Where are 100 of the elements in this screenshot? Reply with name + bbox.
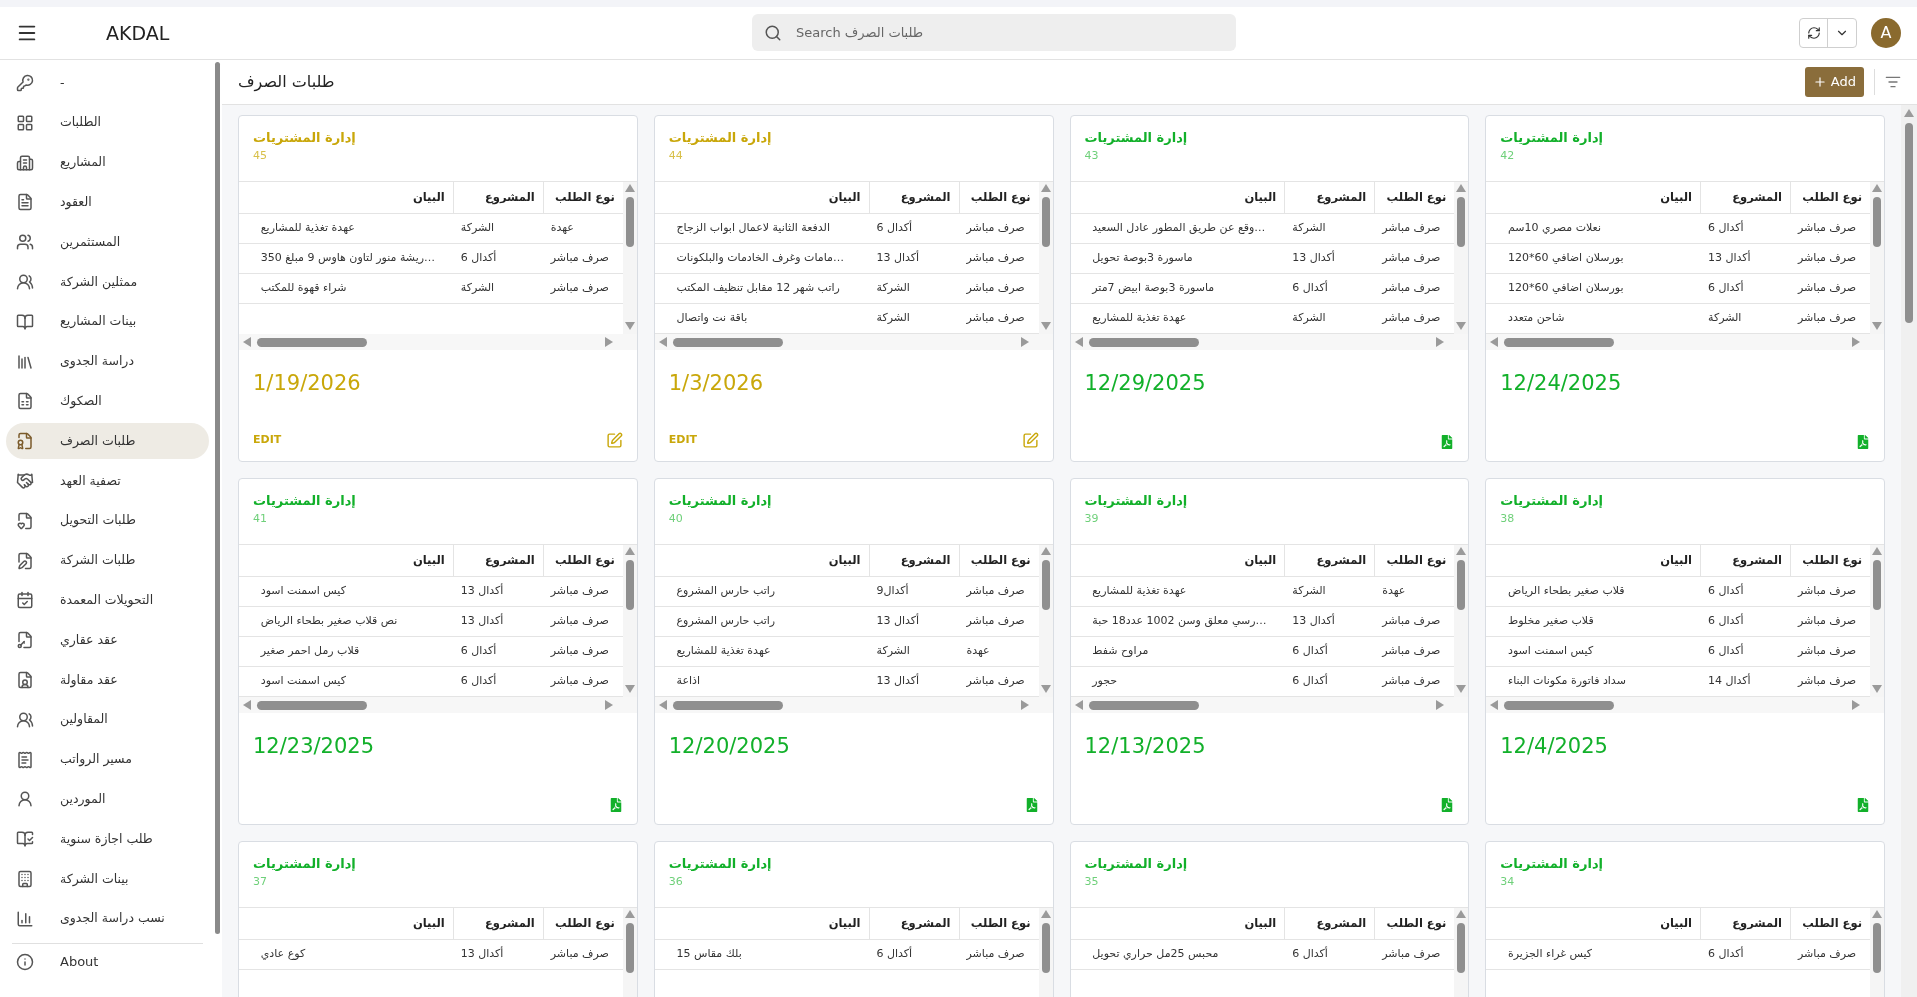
scroll-down-arrow-icon[interactable] bbox=[1456, 322, 1467, 332]
pdf-icon[interactable] bbox=[1440, 435, 1455, 449]
scrollbar-thumb[interactable] bbox=[1088, 700, 1199, 710]
scroll-down-arrow-icon[interactable] bbox=[1040, 685, 1051, 695]
sidebar-item[interactable]: عقد مقاولة bbox=[6, 661, 209, 698]
sidebar-item[interactable]: الصكوك bbox=[6, 383, 209, 420]
vertical-scrollbar[interactable] bbox=[1870, 545, 1884, 697]
horizontal-scrollbar[interactable] bbox=[654, 334, 1053, 350]
scrollbar-thumb[interactable] bbox=[1504, 337, 1615, 347]
scroll-left-arrow-icon[interactable] bbox=[658, 337, 669, 347]
scroll-down-arrow-icon[interactable] bbox=[1456, 685, 1467, 695]
scrollbar-thumb[interactable] bbox=[257, 700, 367, 710]
scrollbar-thumb[interactable] bbox=[257, 337, 367, 347]
sidebar-item[interactable]: مسير الرواتب bbox=[6, 741, 209, 778]
sidebar-item[interactable]: عقد عقاري bbox=[6, 622, 209, 659]
scrollbar-thumb[interactable] bbox=[1041, 560, 1050, 610]
vertical-scrollbar[interactable] bbox=[1038, 182, 1053, 334]
scroll-up-arrow-icon[interactable] bbox=[1040, 184, 1051, 194]
vertical-scrollbar[interactable] bbox=[1454, 182, 1469, 334]
sidebar-item[interactable]: طلبات الشركة bbox=[6, 542, 209, 579]
scroll-left-arrow-icon[interactable] bbox=[1490, 700, 1501, 710]
horizontal-scrollbar[interactable] bbox=[654, 697, 1053, 713]
scrollbar-thumb[interactable] bbox=[1504, 700, 1615, 710]
scrollbar-thumb[interactable] bbox=[672, 700, 783, 710]
scrollbar-thumb[interactable] bbox=[1873, 923, 1881, 973]
page-scrollbar[interactable] bbox=[1901, 105, 1917, 997]
pdf-icon[interactable] bbox=[608, 798, 623, 812]
scroll-up-arrow-icon[interactable] bbox=[1040, 910, 1051, 920]
scrollbar-thumb[interactable] bbox=[672, 337, 783, 347]
horizontal-scrollbar[interactable] bbox=[1486, 334, 1884, 350]
sidebar-item[interactable]: طلبات الصرف bbox=[6, 423, 209, 460]
sidebar-item[interactable]: - bbox=[6, 65, 209, 101]
sidebar-item[interactable]: بينات المشاريع bbox=[6, 303, 209, 340]
scroll-down-arrow-icon[interactable] bbox=[1872, 322, 1882, 332]
scroll-left-arrow-icon[interactable] bbox=[243, 337, 253, 347]
horizontal-scrollbar[interactable] bbox=[1070, 334, 1469, 350]
scroll-right-arrow-icon[interactable] bbox=[1852, 700, 1862, 710]
scroll-down-arrow-icon[interactable] bbox=[1872, 685, 1882, 695]
scroll-right-arrow-icon[interactable] bbox=[1020, 700, 1031, 710]
edit-icon[interactable] bbox=[1021, 432, 1039, 449]
scroll-up-arrow-icon[interactable] bbox=[1872, 547, 1882, 557]
vertical-scrollbar[interactable] bbox=[1870, 182, 1884, 334]
scrollbar-thumb[interactable] bbox=[1041, 923, 1050, 973]
scroll-up-arrow-icon[interactable] bbox=[624, 547, 635, 557]
scrollbar-thumb[interactable] bbox=[1088, 337, 1199, 347]
vertical-scrollbar[interactable] bbox=[1038, 545, 1053, 697]
vertical-scrollbar[interactable] bbox=[622, 182, 637, 334]
sidebar-item[interactable]: ممثلين الشركة bbox=[6, 264, 209, 300]
pdf-icon[interactable] bbox=[1024, 798, 1039, 812]
scroll-up-arrow-icon[interactable] bbox=[1872, 184, 1882, 194]
scroll-up-arrow-icon[interactable] bbox=[1040, 547, 1051, 557]
scroll-up-arrow-icon[interactable] bbox=[624, 184, 635, 194]
scroll-up-arrow-icon[interactable] bbox=[1872, 910, 1882, 920]
sidebar-item[interactable]: المقاولين bbox=[6, 701, 209, 738]
sidebar-item[interactable]: About bbox=[6, 943, 209, 980]
horizontal-scrollbar[interactable] bbox=[1070, 697, 1469, 713]
scroll-left-arrow-icon[interactable] bbox=[1074, 337, 1085, 347]
scroll-down-arrow-icon[interactable] bbox=[1040, 322, 1051, 332]
scroll-up-arrow-icon[interactable] bbox=[1904, 109, 1914, 119]
sidebar-item[interactable]: العقود bbox=[6, 184, 209, 221]
vertical-scrollbar[interactable] bbox=[622, 545, 637, 697]
sidebar-item[interactable]: المستثمرين bbox=[6, 224, 209, 261]
scroll-up-arrow-icon[interactable] bbox=[1456, 547, 1467, 557]
sidebar-item[interactable]: الطلبات bbox=[6, 104, 209, 141]
scroll-down-arrow-icon[interactable] bbox=[624, 685, 635, 695]
scroll-left-arrow-icon[interactable] bbox=[1074, 700, 1085, 710]
scroll-right-arrow-icon[interactable] bbox=[604, 337, 615, 347]
scroll-right-arrow-icon[interactable] bbox=[1852, 337, 1862, 347]
sidebar-item[interactable]: طلبات التحويل bbox=[6, 502, 209, 539]
scroll-right-arrow-icon[interactable] bbox=[1020, 337, 1031, 347]
sidebar-item[interactable]: الموردين bbox=[6, 781, 209, 818]
scroll-right-arrow-icon[interactable] bbox=[604, 700, 615, 710]
sidebar-item[interactable]: التحويلات المعمدة bbox=[6, 582, 209, 619]
edit-icon[interactable] bbox=[605, 432, 623, 449]
sidebar-item[interactable]: تصفية العهد bbox=[6, 462, 209, 499]
scrollbar-thumb[interactable] bbox=[625, 923, 634, 973]
avatar[interactable]: A bbox=[1871, 18, 1901, 48]
scrollbar-thumb[interactable] bbox=[625, 197, 634, 247]
scrollbar-thumb[interactable] bbox=[1457, 560, 1466, 610]
sidebar-item[interactable]: نسب دراسة الجدوى bbox=[6, 900, 209, 937]
pdf-icon[interactable] bbox=[1440, 798, 1455, 812]
scrollbar-thumb[interactable] bbox=[1457, 197, 1466, 247]
pdf-icon[interactable] bbox=[1856, 798, 1870, 812]
scroll-left-arrow-icon[interactable] bbox=[658, 700, 669, 710]
sidebar-item[interactable]: طلب اجازة سنوية bbox=[6, 821, 209, 858]
scrollbar-thumb[interactable] bbox=[1457, 923, 1466, 973]
sidebar-scrollbar[interactable] bbox=[215, 62, 220, 934]
filter-icon[interactable] bbox=[1885, 74, 1901, 90]
scrollbar-thumb[interactable] bbox=[1873, 560, 1881, 610]
scroll-up-arrow-icon[interactable] bbox=[624, 910, 635, 920]
scrollbar-thumb[interactable] bbox=[1905, 123, 1913, 323]
scrollbar-thumb[interactable] bbox=[1873, 197, 1881, 247]
scrollbar-thumb[interactable] bbox=[1041, 197, 1050, 247]
sidebar-item[interactable]: دراسة الجدوى bbox=[6, 343, 209, 380]
sidebar-item[interactable]: المشاريع bbox=[6, 144, 209, 181]
scrollbar-thumb[interactable] bbox=[625, 560, 634, 610]
add-button[interactable]: Add bbox=[1804, 67, 1864, 97]
scroll-left-arrow-icon[interactable] bbox=[1490, 337, 1501, 347]
scroll-up-arrow-icon[interactable] bbox=[1456, 184, 1467, 194]
pdf-icon[interactable] bbox=[1856, 435, 1870, 449]
